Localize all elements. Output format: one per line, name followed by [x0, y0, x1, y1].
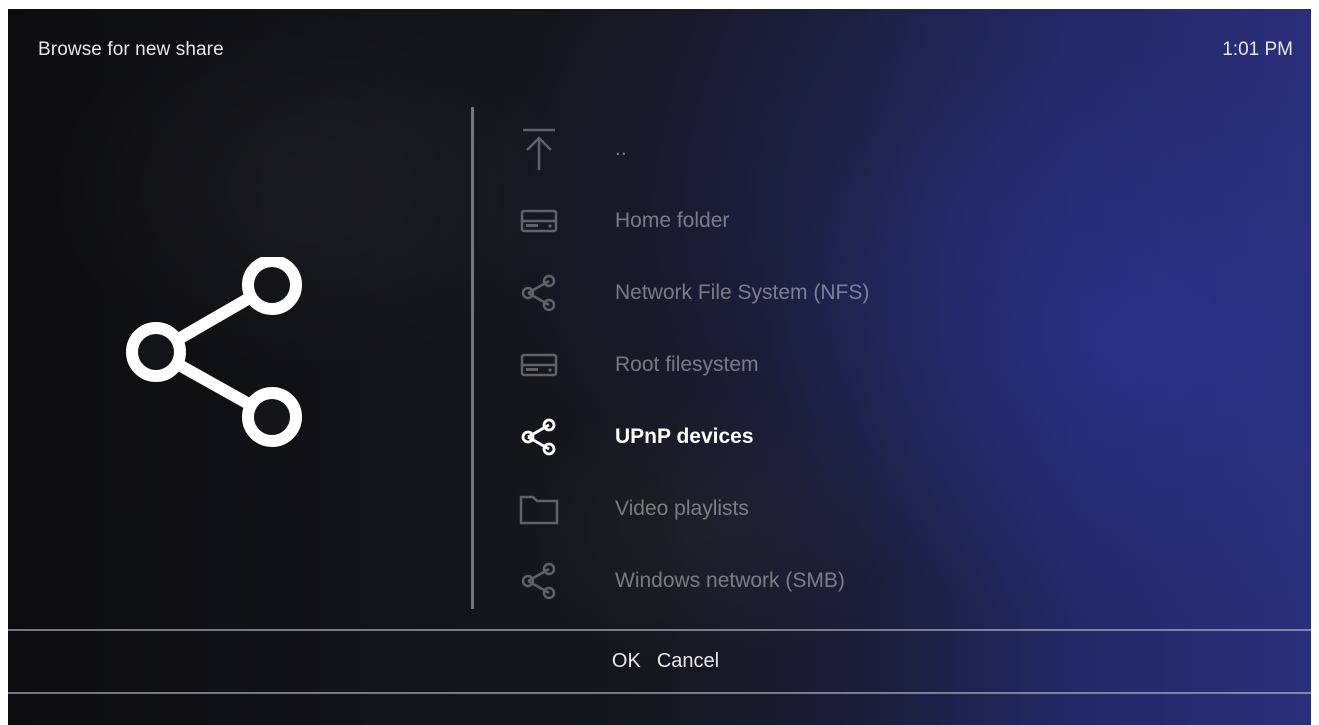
- share-icon: [516, 414, 562, 460]
- list-item-label: Network File System (NFS): [615, 281, 870, 304]
- cancel-button[interactable]: Cancel: [657, 650, 719, 673]
- button-bar-bottom-divider: [8, 692, 1311, 694]
- list-item-windows-network[interactable]: Windows network (SMB): [516, 545, 1216, 617]
- share-icon: [516, 558, 562, 604]
- drive-icon: [516, 342, 562, 388]
- up-arrow-icon: [516, 126, 562, 172]
- list-item-video-playlists[interactable]: Video playlists: [516, 473, 1216, 545]
- list-item-label: Home folder: [615, 209, 730, 232]
- list-item-root-filesystem[interactable]: Root filesystem: [516, 329, 1216, 401]
- list-item-parent[interactable]: ..: [516, 113, 1216, 185]
- ok-button[interactable]: OK: [612, 650, 641, 673]
- share-source-list: .. Home folder Network File System (NFS)…: [516, 113, 1216, 617]
- list-item-home-folder[interactable]: Home folder: [516, 185, 1216, 257]
- clock: 1:01 PM: [1222, 39, 1293, 60]
- list-item-label: ..: [615, 137, 627, 160]
- dialog-screen: Browse for new share 1:01 PM .. Home fol…: [8, 9, 1311, 725]
- list-item-nfs[interactable]: Network File System (NFS): [516, 257, 1216, 329]
- list-item-label: Root filesystem: [615, 353, 759, 376]
- vertical-divider: [471, 107, 474, 609]
- list-item-label: Video playlists: [615, 497, 749, 520]
- share-icon: [116, 255, 312, 453]
- share-icon: [516, 270, 562, 316]
- button-bar: OK Cancel: [8, 631, 1311, 692]
- folder-icon: [516, 486, 562, 532]
- list-item-label: Windows network (SMB): [615, 569, 845, 592]
- drive-icon: [516, 198, 562, 244]
- dialog-title: Browse for new share: [38, 39, 224, 60]
- list-item-upnp-devices[interactable]: UPnP devices: [516, 401, 1216, 473]
- list-item-label: UPnP devices: [615, 425, 754, 448]
